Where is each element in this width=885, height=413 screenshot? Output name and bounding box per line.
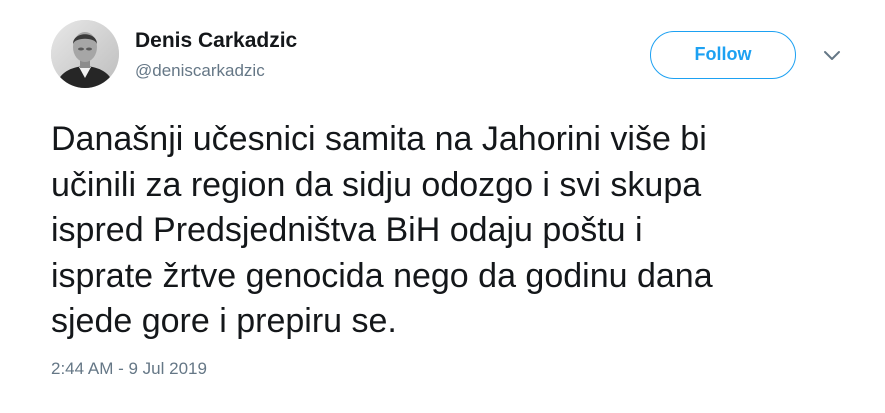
tweet-timestamp[interactable]: 2:44 AM - 9 Jul 2019: [51, 358, 207, 380]
tweet-text-line: isprate žrtve genocida nego da godinu da…: [51, 256, 713, 295]
author-display-name[interactable]: Denis Carkadzic: [135, 28, 297, 54]
tweet-text: Današnji učesnici samita na Jahorini viš…: [51, 117, 851, 345]
author-info: Denis Carkadzic @deniscarkadzic: [135, 28, 297, 82]
tweet-card: Denis Carkadzic @deniscarkadzic Follow D…: [0, 0, 885, 413]
tweet-text-line: sjede gore i prepiru se.: [51, 302, 397, 340]
tweet-text-line: učinili za region da sidju odozgo i svi …: [51, 165, 702, 204]
chevron-down-icon-glyph: [824, 51, 840, 60]
avatar-photo: [51, 20, 119, 88]
tweet-text-line: Današnji učesnici samita na Jahorini viš…: [51, 120, 707, 158]
chevron-down-icon[interactable]: [823, 49, 841, 61]
tweet-text-line: ispred Predsjedništva BiH odaju poštu i: [51, 211, 643, 249]
author-username[interactable]: @deniscarkadzic: [135, 60, 297, 82]
follow-button[interactable]: Follow: [650, 31, 796, 79]
avatar[interactable]: [51, 20, 119, 88]
